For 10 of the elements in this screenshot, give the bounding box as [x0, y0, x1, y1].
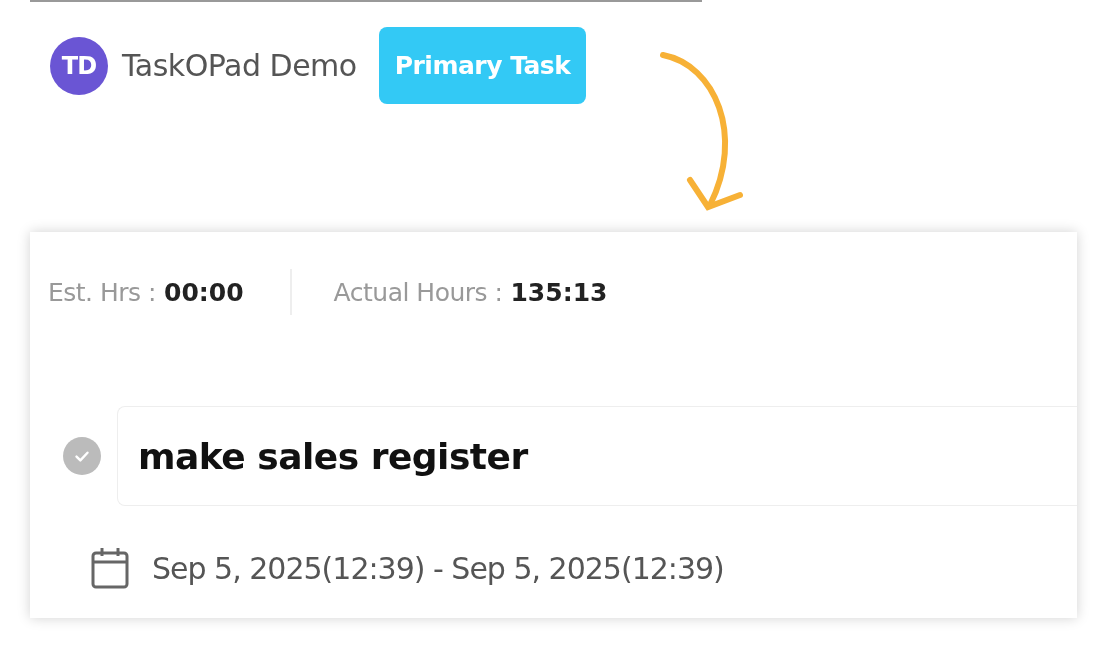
hours-label: Est. Hrs : — [48, 277, 156, 307]
hours-value: 00:00 — [164, 277, 244, 307]
avatar: TD — [50, 36, 108, 95]
date-range: Sep 5, 2025(12:39) - Sep 5, 2025(12:39) — [152, 550, 724, 586]
mark-complete-button[interactable] — [63, 437, 101, 475]
hours-label: Actual Hours : — [333, 277, 503, 307]
workspace-name: TaskOPad Demo — [122, 48, 357, 83]
hours-value: 135:13 — [510, 277, 608, 307]
calendar-icon — [90, 546, 130, 590]
task-title-field[interactable]: make sales register — [117, 406, 1077, 506]
